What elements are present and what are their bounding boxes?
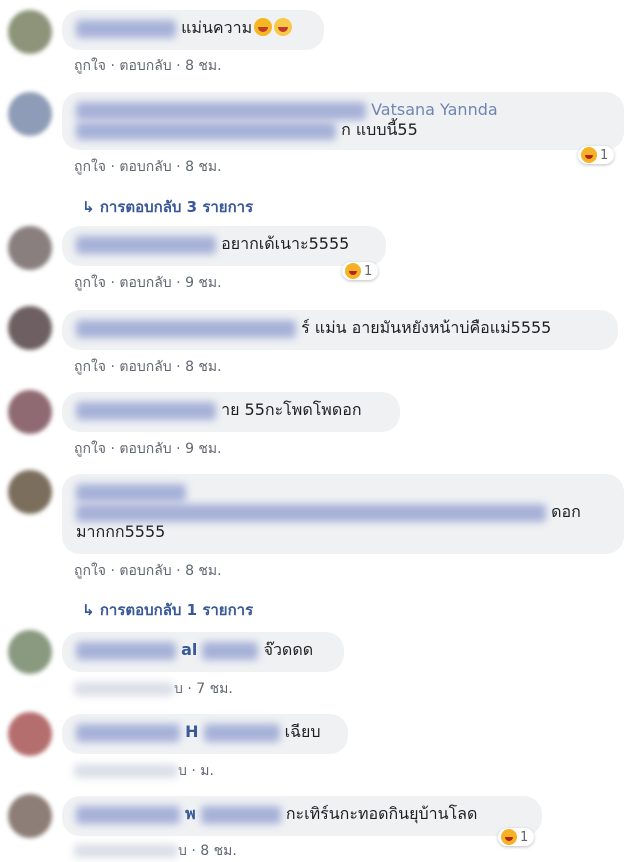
- laugh-emoji-icon: [254, 18, 273, 36]
- reaction-number: 1: [520, 829, 529, 845]
- comment-text: าย 55กะโพดโพดอก: [221, 400, 362, 419]
- author-name-fragment[interactable]: al: [181, 640, 197, 659]
- comment-meta: ถูกใจ · ตอบกลับ · 9 ชม.: [74, 272, 222, 294]
- like-link[interactable]: ถูกใจ: [74, 438, 106, 460]
- author-name[interactable]: [76, 483, 186, 502]
- reply-link[interactable]: บ: [178, 840, 187, 862]
- grin-emoji-icon: [274, 18, 293, 36]
- author-name[interactable]: [76, 805, 180, 824]
- view-replies-link[interactable]: ↳ การตอบกลับ 3 รายการ: [82, 195, 253, 219]
- blurred-meta: [74, 844, 178, 858]
- like-link[interactable]: ถูกใจ: [74, 272, 106, 294]
- comment-bubble: แม่นความ: [62, 10, 324, 50]
- blurred-text: [76, 121, 336, 140]
- author-name[interactable]: [76, 101, 366, 120]
- avatar[interactable]: [8, 92, 52, 136]
- comment-text: แม่นความ: [181, 18, 253, 37]
- like-link[interactable]: ถูกใจ: [74, 356, 106, 378]
- avatar[interactable]: [8, 226, 52, 270]
- comment-meta: บ · ม.: [74, 760, 214, 782]
- reply-link[interactable]: ตอบกลับ: [119, 156, 171, 178]
- author-name[interactable]: [76, 723, 180, 742]
- like-link[interactable]: ถูกใจ: [74, 156, 106, 178]
- comment-bubble: อยากเด้เนาะ5555: [62, 226, 386, 266]
- comment-bubble: al จ๊วดดด: [62, 632, 344, 672]
- view-replies-link[interactable]: ↳ การตอบกลับ 1 รายการ: [82, 598, 253, 622]
- blurred-text: [76, 503, 546, 522]
- author-name[interactable]: [76, 19, 176, 38]
- comment-bubble: Vatsana Yannda ก แบบนี้55: [62, 92, 624, 150]
- author-name[interactable]: [76, 401, 216, 420]
- author-name[interactable]: [76, 319, 296, 338]
- reaction-count[interactable]: 1: [578, 146, 615, 164]
- avatar[interactable]: [8, 712, 52, 756]
- timestamp[interactable]: 7 ชม.: [196, 678, 233, 700]
- author-name[interactable]: [76, 641, 176, 660]
- avatar[interactable]: [8, 470, 52, 514]
- reply-link[interactable]: ตอบกลับ: [119, 272, 171, 294]
- comment-text: ก แบบนี้55: [341, 120, 418, 139]
- author-name[interactable]: [76, 235, 216, 254]
- timestamp[interactable]: ม.: [200, 760, 214, 782]
- comment-bubble: ดอก มากกก5555: [62, 474, 624, 554]
- timestamp[interactable]: 8 ชม.: [185, 55, 222, 77]
- haha-reaction-icon: [345, 263, 361, 279]
- reply-link[interactable]: ตอบกลับ: [119, 560, 171, 582]
- blurred-text: [200, 805, 281, 824]
- blurred-text: [202, 641, 259, 660]
- timestamp[interactable]: 8 ชม.: [200, 840, 237, 862]
- blurred-text: [203, 723, 280, 742]
- reaction-number: 1: [600, 147, 609, 163]
- avatar[interactable]: [8, 390, 52, 434]
- reply-arrow-icon: ↳: [82, 198, 95, 216]
- comment-meta: ถูกใจ · ตอบกลับ · 9 ชม.: [74, 438, 222, 460]
- avatar[interactable]: [8, 306, 52, 350]
- reply-link[interactable]: บ: [174, 678, 183, 700]
- timestamp[interactable]: 8 ชม.: [185, 356, 222, 378]
- comment-meta: ถูกใจ · ตอบกลับ · 8 ชม.: [74, 156, 222, 178]
- comment-bubble: าย 55กะโพดโพดอก: [62, 392, 400, 432]
- reply-arrow-icon: ↳: [82, 601, 95, 619]
- avatar[interactable]: [8, 10, 52, 54]
- reaction-count[interactable]: 1: [342, 262, 379, 280]
- avatar[interactable]: [8, 630, 52, 674]
- replies-label: การตอบกลับ 3 รายการ: [99, 198, 254, 216]
- comment-text: จ๊วดดด: [263, 640, 314, 659]
- reply-link[interactable]: ตอบกลับ: [119, 55, 171, 77]
- comment-meta: ถูกใจ · ตอบกลับ · 8 ชม.: [74, 356, 222, 378]
- reply-link[interactable]: บ: [178, 760, 187, 782]
- author-name-fragment[interactable]: Vatsana Yannda: [371, 100, 498, 119]
- comment-bubble: ร์ แม่น อายมันหยังหน้าบ่คือแม่5555: [62, 310, 618, 350]
- reply-link[interactable]: ตอบกลับ: [119, 438, 171, 460]
- timestamp[interactable]: 8 ชม.: [185, 156, 222, 178]
- haha-reaction-icon: [501, 829, 517, 845]
- comment-text-line1: ดอก: [551, 502, 581, 521]
- comment-text-line2: มากกก5555: [76, 522, 166, 541]
- comment-bubble: H เฉียบ: [62, 714, 348, 754]
- blurred-meta: [74, 764, 178, 778]
- timestamp[interactable]: 8 ชม.: [185, 560, 222, 582]
- like-link[interactable]: ถูกใจ: [74, 55, 106, 77]
- timestamp[interactable]: 9 ชม.: [185, 272, 222, 294]
- comment-bubble: พ กะเทิร์นกะทอดกินยุบ้านโลด: [62, 796, 542, 836]
- author-name-fragment[interactable]: H: [185, 722, 198, 741]
- comment-text: เฉียบ: [284, 722, 321, 741]
- blurred-meta: [74, 682, 174, 696]
- reaction-number: 1: [364, 263, 373, 279]
- replies-label: การตอบกลับ 1 รายการ: [99, 601, 254, 619]
- comment-meta: ถูกใจ · ตอบกลับ · 8 ชม.: [74, 55, 222, 77]
- comment-text: กะเทิร์นกะทอดกินยุบ้านโลด: [285, 804, 478, 823]
- reply-link[interactable]: ตอบกลับ: [119, 356, 171, 378]
- author-name-fragment[interactable]: พ: [185, 804, 196, 823]
- comment-meta: ถูกใจ · ตอบกลับ · 8 ชม.: [74, 560, 222, 582]
- comment-text: อยากเด้เนาะ5555: [221, 234, 350, 253]
- comment-meta: บ · 7 ชม.: [74, 678, 233, 700]
- comment-meta: บ · 8 ชม.: [74, 840, 237, 862]
- reaction-count[interactable]: 1: [498, 828, 535, 846]
- timestamp[interactable]: 9 ชม.: [185, 438, 222, 460]
- haha-reaction-icon: [581, 147, 597, 163]
- comment-text: ร์ แม่น อายมันหยังหน้าบ่คือแม่5555: [301, 318, 552, 337]
- avatar[interactable]: [8, 794, 52, 838]
- like-link[interactable]: ถูกใจ: [74, 560, 106, 582]
